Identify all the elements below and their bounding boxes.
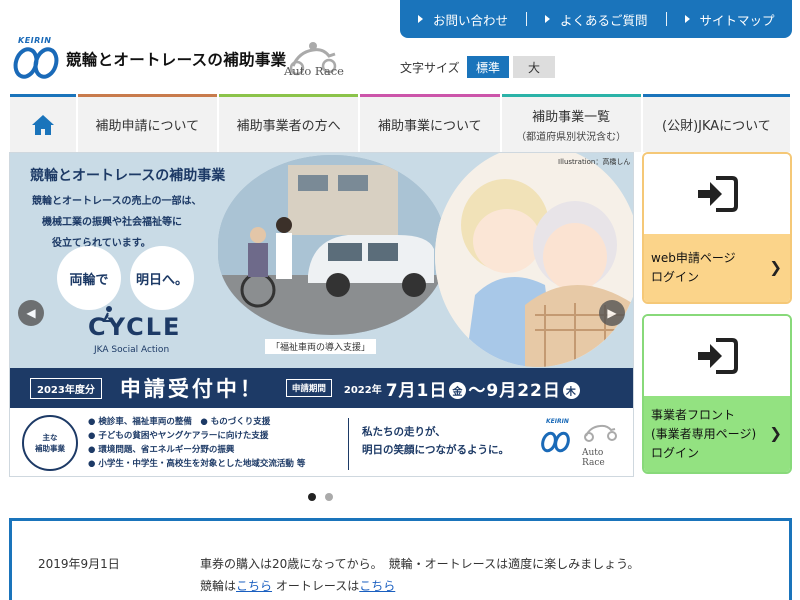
business-front-login[interactable]: 事業者フロント (事業者専用ページ) ログイン ❯ — [642, 314, 792, 474]
hero-message: 私たちの走りが、 明日の笑顔につながるように。 — [362, 426, 509, 456]
carousel-next-button[interactable]: ▶ — [599, 300, 625, 326]
illustration — [435, 153, 633, 367]
chevron-left-icon: ◀ — [26, 306, 36, 320]
utility-bar: お問い合わせ よくあるご質問 サイトマップ — [400, 0, 792, 38]
autorace-mark-icon — [584, 424, 617, 442]
sitemap-link[interactable]: サイトマップ — [684, 10, 775, 29]
hero-banner[interactable]: 「福祉車両の導入支援」 Illustration：高橋しん 競輪とオートレースの… — [9, 152, 634, 477]
font-size-label: 文字サイズ — [400, 61, 460, 75]
login-icon — [698, 338, 738, 374]
autorace-link[interactable]: こちら — [359, 579, 395, 593]
photo-caption: 「福祉車両の導入支援」 — [265, 339, 377, 354]
chevron-right-icon: ❯ — [769, 424, 782, 443]
keirin-autorace-small-logo: KEIRIN Auto Race — [536, 418, 628, 468]
chevron-right-icon: ▶ — [607, 306, 617, 320]
keirin-mark-icon — [13, 47, 59, 79]
keirin-link[interactable]: こちら — [236, 579, 272, 593]
accepting-text: 申請受付中！ — [119, 377, 264, 401]
illustration-credit: Illustration：高橋しん — [558, 158, 631, 166]
carousel-dot-1[interactable] — [308, 493, 316, 501]
font-size-standard-button[interactable]: 標準 — [467, 56, 509, 78]
arrow-right-icon — [684, 15, 690, 23]
news-box: 2019年9月1日 車券の購入は20歳になってから。 競輪・オートレースは適度に… — [9, 518, 792, 600]
news-text: 車券の購入は20歳になってから。 競輪・オートレースは適度に楽しみましょう。 — [200, 557, 640, 571]
news-links: 競輪はこちら オートレースはこちら — [200, 579, 396, 593]
cycle-logo-text: CYCLE — [88, 313, 182, 341]
arrow-right-icon — [545, 15, 551, 23]
font-size-large-button[interactable]: 大 — [513, 56, 555, 78]
hero-description: 競輪とオートレースの売上の一部は、 機械工業の振興や社会福祉等に 役立てられてい… — [32, 196, 202, 249]
hero-bottom-info: 主な補助事業 検診車、福祉車両の整備 ● ものづくり支援 子どもの貧困やヤングケ… — [10, 408, 633, 476]
hero-title: 競輪とオートレースの補助事業 — [30, 168, 226, 184]
keirin-logo[interactable]: KEIRIN — [8, 36, 62, 82]
period-badge: 申請期間 — [285, 379, 332, 397]
cycle-logo-subtitle: JKA Social Action — [94, 345, 170, 355]
project-bullets: 検診車、福祉車両の整備 ● ものづくり支援 子どもの貧困やヤングケアラーに向けた… — [88, 415, 305, 471]
carousel-dot-2[interactable] — [325, 493, 333, 501]
application-banner: 2023年度分 申請受付中！ 申請期間 2022年 7月1日金〜9月22日木 — [10, 368, 633, 408]
carousel-dots — [308, 493, 333, 501]
nav-subsidy-application[interactable]: 補助申請について — [77, 94, 217, 152]
site-title[interactable]: 競輪とオートレースの補助事業 — [66, 48, 286, 70]
contact-link[interactable]: お問い合わせ — [418, 10, 508, 29]
welfare-vehicle-photo — [218, 155, 446, 335]
carousel-prev-button[interactable]: ◀ — [18, 300, 44, 326]
news-date: 2019年9月1日 — [38, 557, 120, 571]
main-nav: 補助申請について 補助事業者の方へ 補助事業について 補助事業一覧 （都道府県別… — [10, 94, 791, 152]
main-projects-badge: 主な 補助事業 — [22, 415, 78, 471]
keirin-mark-icon — [541, 431, 570, 453]
bubble-ashita: 明日へ。 — [130, 246, 194, 310]
nav-for-grantees[interactable]: 補助事業者の方へ — [218, 94, 359, 152]
nav-about-jka[interactable]: (公財)JKAについて — [642, 94, 791, 152]
nav-about-projects[interactable]: 補助事業について — [360, 94, 500, 152]
chevron-right-icon: ❯ — [769, 258, 782, 277]
nav-home[interactable] — [10, 94, 76, 152]
home-icon — [31, 114, 54, 135]
period-dates: 7月1日金〜9月22日木 — [386, 376, 582, 401]
autorace-logo-text: Auto Race — [284, 64, 344, 78]
arrow-right-icon — [418, 15, 423, 23]
nav-project-list[interactable]: 補助事業一覧 （都道府県別状況含む） — [501, 94, 641, 152]
period-year: 2022年 — [343, 384, 382, 396]
login-icon — [698, 176, 738, 212]
fiscal-year-badge: 2023年度分 — [30, 377, 102, 399]
bubble-ryourin: 両輪で — [57, 246, 121, 310]
web-application-login[interactable]: web申請ページ ログイン ❯ — [642, 152, 792, 304]
faq-link[interactable]: よくあるご質問 — [545, 10, 648, 29]
